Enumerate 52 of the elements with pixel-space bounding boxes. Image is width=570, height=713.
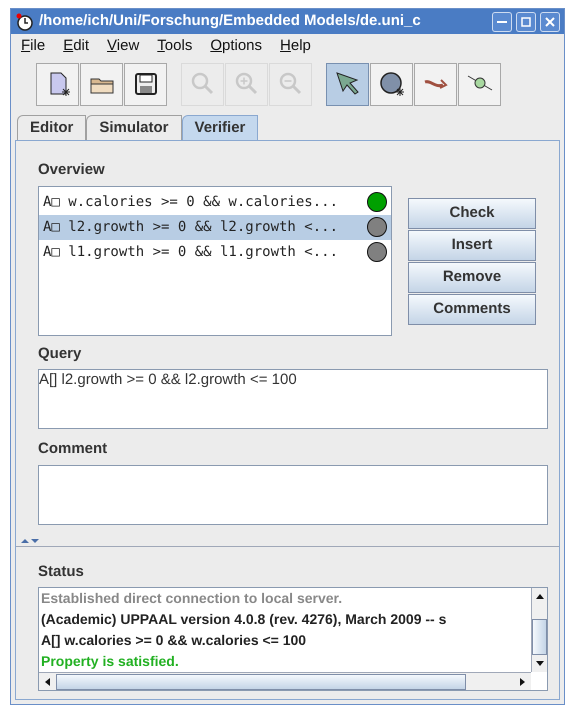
- scroll-right-icon: [520, 678, 525, 686]
- close-icon: [545, 16, 555, 26]
- status-message: Established direct connection to local server.: [41, 589, 342, 608]
- tab[interactable]: Simulator: [86, 115, 182, 140]
- alarm-clock-icon: [15, 12, 35, 32]
- toolbar-button[interactable]: [80, 62, 123, 106]
- status-message: Property is satisfied.: [41, 652, 179, 671]
- comment-field[interactable]: [38, 464, 548, 524]
- menu-item[interactable]: Edit: [63, 35, 90, 58]
- toolbar-button[interactable]: [36, 62, 79, 106]
- query-list-item[interactable]: A□ l2.growth >= 0 && l2.growth <...: [39, 214, 391, 240]
- section-label: Overview: [38, 160, 105, 180]
- scroll-up-icon: [536, 594, 544, 599]
- minimize-button[interactable]: [492, 12, 512, 32]
- menu-item[interactable]: Options: [210, 35, 262, 58]
- menu-item[interactable]: View: [107, 35, 140, 58]
- tab[interactable]: Verifier: [182, 115, 258, 140]
- vertical-scrollbar[interactable]: [531, 588, 547, 672]
- query-text: A□ w.calories >= 0 && w.calories...: [43, 192, 340, 212]
- section-label: Status: [38, 562, 84, 582]
- query-text: A□ l1.growth >= 0 && l1.growth <...: [43, 242, 340, 262]
- menu-item[interactable]: Help: [280, 35, 311, 58]
- tab[interactable]: Editor: [17, 115, 86, 140]
- action-button[interactable]: Comments: [408, 294, 536, 324]
- section-label: Comment: [38, 439, 108, 459]
- minimize-icon: [497, 20, 507, 22]
- window-title: /home/ich/Uni/Forschung/Embedded Models/de.uni_c: [39, 11, 422, 32]
- menu-item[interactable]: Tools: [157, 35, 192, 58]
- maximize-icon: [521, 16, 531, 26]
- query-list-item[interactable]: A□ l1.growth >= 0 && l1.growth <...: [39, 240, 391, 264]
- menu-item[interactable]: File: [21, 35, 46, 58]
- expand-arrows-icon: [20, 538, 40, 544]
- scroll-left-icon: [45, 678, 50, 686]
- action-button[interactable]: Remove: [408, 262, 536, 292]
- status-message: A[] w.calories >= 0 && w.calories <= 100: [41, 631, 306, 650]
- scroll-thumb[interactable]: [532, 619, 547, 655]
- toolbar-button[interactable]: [370, 62, 413, 106]
- status-message: (Academic) UPPAAL version 4.0.8 (rev. 4276), March 2009 -- s: [41, 610, 446, 629]
- maximize-button[interactable]: [516, 12, 536, 32]
- toolbar-button[interactable]: [326, 62, 369, 106]
- scroll-thumb[interactable]: [56, 674, 466, 690]
- horizontal-scrollbar[interactable]: [39, 672, 531, 690]
- toolbar-button[interactable]: [458, 62, 501, 106]
- query-list-item[interactable]: A□ w.calories >= 0 && w.calories...: [39, 190, 391, 214]
- toolbar-button[interactable]: [124, 62, 167, 106]
- scroll-down-icon: [536, 661, 544, 666]
- close-button[interactable]: [540, 12, 560, 32]
- query-text: A□ l2.growth >= 0 && l2.growth <...: [43, 218, 340, 236]
- section-label: Query: [38, 344, 82, 364]
- action-button[interactable]: Insert: [408, 230, 536, 260]
- action-button[interactable]: Check: [408, 198, 536, 228]
- query-field[interactable]: A[] l2.growth >= 0 && l2.growth <= 100: [38, 369, 548, 429]
